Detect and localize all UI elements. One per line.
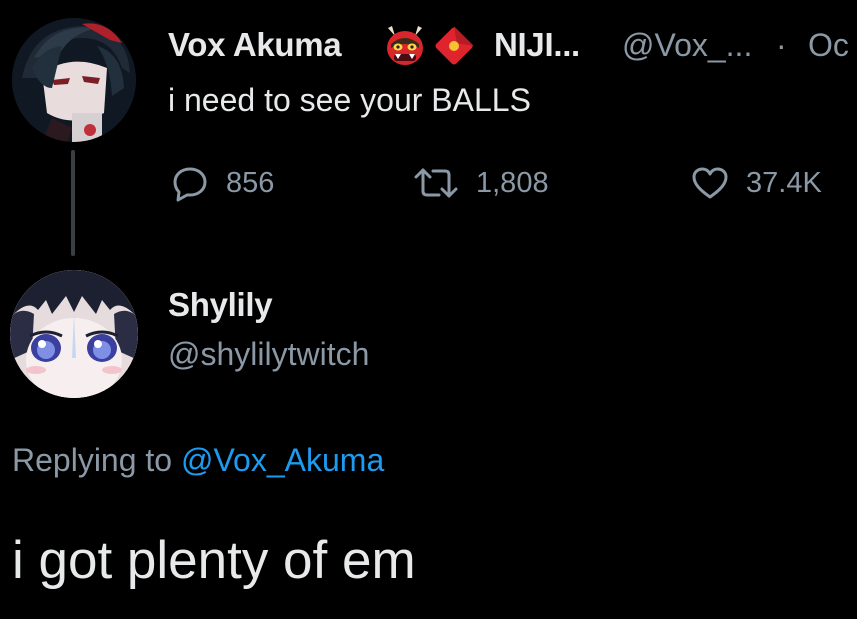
retweet-icon	[412, 163, 460, 203]
author-handle[interactable]: @Vox_...	[622, 27, 752, 64]
reply-icon	[170, 163, 210, 203]
heart-icon	[690, 163, 730, 203]
tweet-date[interactable]: Oc	[808, 27, 849, 64]
replying-to-link[interactable]: @Vox_Akuma	[181, 442, 384, 478]
like-button[interactable]: 37.4K	[690, 163, 822, 203]
author-name[interactable]: Vox Akuma	[168, 26, 342, 64]
red-envelope-icon	[432, 24, 476, 68]
avatar-shylily[interactable]	[10, 270, 138, 398]
reply-button[interactable]: 856	[170, 163, 274, 203]
replying-to: Replying to @Vox_Akuma	[12, 442, 384, 479]
tweet-text: i need to see your BALLS	[168, 82, 531, 118]
tweet-text: i got plenty of em	[12, 531, 416, 590]
retweet-button[interactable]: 1,808	[412, 163, 549, 203]
author-handle[interactable]: @shylilytwitch	[168, 336, 369, 373]
thread-line	[71, 150, 75, 256]
reply-count: 856	[226, 166, 275, 199]
separator-dot: ·	[776, 27, 787, 63]
retweet-count: 1,808	[476, 166, 549, 199]
avatar-vox-akuma[interactable]	[12, 18, 136, 142]
replying-to-label: Replying to	[12, 442, 173, 478]
like-count: 37.4K	[746, 166, 822, 199]
oni-mask-icon	[382, 22, 428, 68]
author-affiliation: NIJI...	[494, 26, 580, 63]
author-name[interactable]: Shylily	[168, 286, 273, 324]
